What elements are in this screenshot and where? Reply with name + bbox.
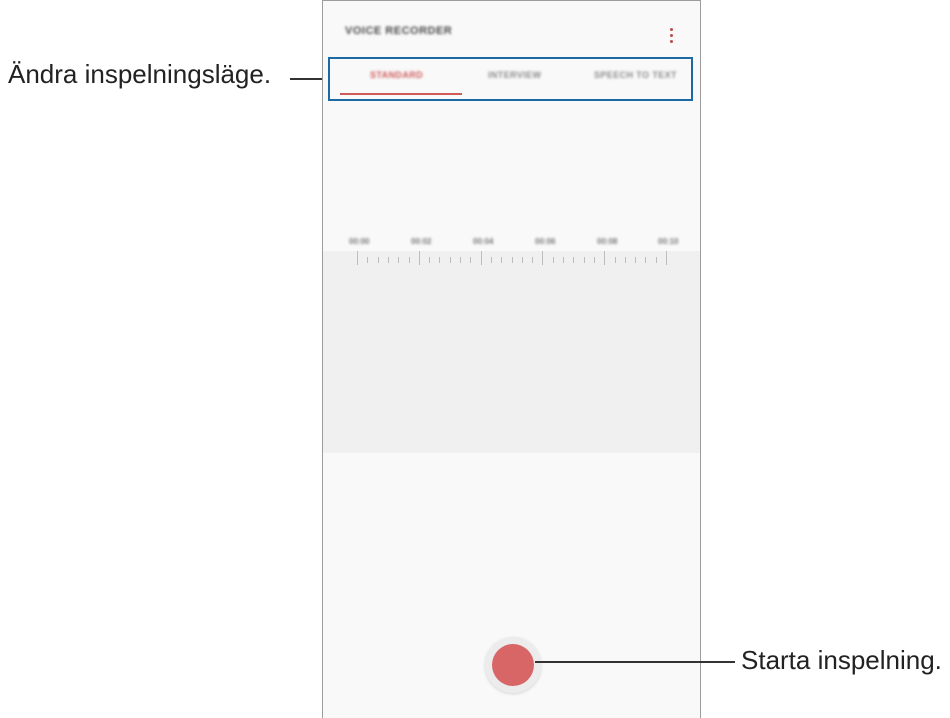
- time-label: 00:06: [535, 237, 556, 246]
- timeline-tick: [573, 257, 575, 263]
- timeline-tick: [377, 257, 379, 263]
- tab-standard[interactable]: STANDARD: [370, 70, 423, 80]
- timeline-tick: [624, 257, 626, 263]
- timeline-tick: [357, 251, 358, 265]
- timeline-tick: [387, 257, 389, 263]
- timeline-tick: [398, 257, 400, 263]
- timeline-tick: [583, 257, 585, 263]
- timeline-tick: [490, 257, 492, 263]
- phone-screen: VOICE RECORDER STANDARD INTERVIEW SPEECH…: [322, 0, 701, 718]
- callout-change-mode: Ändra inspelningsläge.: [8, 59, 272, 89]
- timeline-tick: [521, 257, 523, 263]
- time-label: 00:00: [349, 237, 370, 246]
- timeline-tick: [563, 257, 564, 263]
- timeline-tick: [635, 257, 637, 263]
- timeline-tick: [470, 257, 472, 263]
- active-tab-indicator: [340, 93, 462, 95]
- timeline-tick: [418, 251, 420, 265]
- time-label: 00:08: [597, 237, 618, 246]
- timeline-tick: [542, 251, 544, 265]
- time-label: 00:10: [658, 237, 679, 246]
- waveform-area: [323, 251, 700, 453]
- timeline-tick: [604, 251, 606, 265]
- timeline-tick: [449, 257, 451, 263]
- timeline-tick: [439, 257, 441, 263]
- timeline-tick: [480, 251, 482, 265]
- timeline-ruler: 00:00 00:02 00:04 00:06 00:08 00:10: [323, 237, 700, 277]
- callout-leader-record: [535, 661, 735, 663]
- time-label: 00:02: [411, 237, 432, 246]
- callout-start-recording: Starta inspelning.: [741, 645, 942, 675]
- timeline-tick: [593, 257, 595, 263]
- timeline-tick: [655, 257, 657, 263]
- tab-interview[interactable]: INTERVIEW: [488, 70, 541, 80]
- timeline-tick: [511, 257, 513, 263]
- timeline-tick: [429, 257, 431, 263]
- timeline-tick: [532, 257, 534, 263]
- timeline-tick: [666, 251, 667, 265]
- record-icon[interactable]: [492, 644, 534, 686]
- timeline-tick: [645, 257, 647, 263]
- time-label: 00:04: [473, 237, 494, 246]
- timeline-tick: [460, 257, 461, 263]
- record-button[interactable]: [485, 637, 541, 693]
- timeline-tick: [367, 257, 369, 263]
- timeline-tick: [408, 257, 410, 263]
- recording-mode-tabs: STANDARD INTERVIEW SPEECH TO TEXT: [328, 57, 693, 101]
- timeline-tick: [614, 257, 616, 263]
- timeline-tick: [552, 257, 554, 263]
- tab-speech-to-text[interactable]: SPEECH TO TEXT: [594, 70, 677, 80]
- timeline-tick: [501, 257, 503, 263]
- more-vertical-icon[interactable]: [667, 28, 675, 48]
- app-title: VOICE RECORDER: [345, 25, 453, 37]
